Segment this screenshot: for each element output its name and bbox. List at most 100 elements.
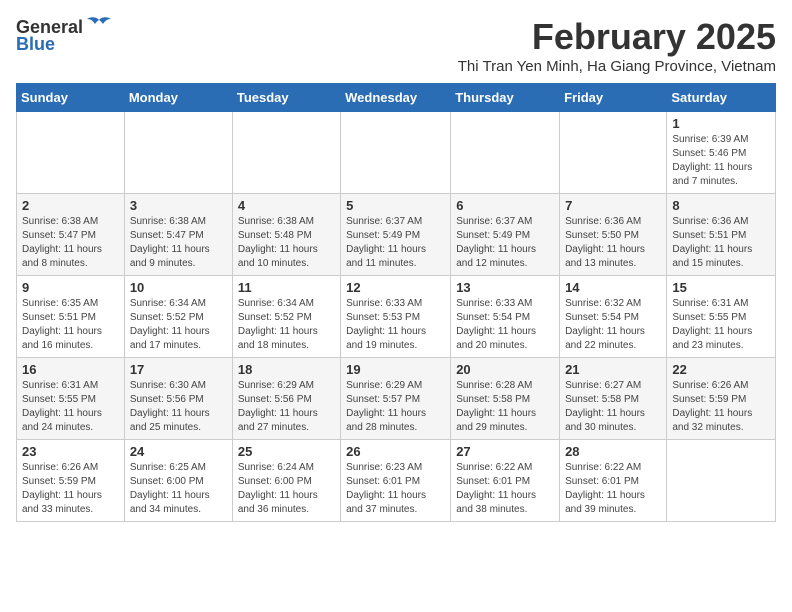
day-number: 27 bbox=[456, 444, 554, 459]
calendar-cell: 9 Sunrise: 6:35 AM Sunset: 5:51 PM Daylig… bbox=[17, 276, 125, 358]
day-number: 2 bbox=[22, 198, 119, 213]
calendar-cell: 18Sunrise: 6:29 AM Sunset: 5:56 PM Dayli… bbox=[232, 358, 340, 440]
day-info: Sunrise: 6:30 AM Sunset: 5:56 PM Dayligh… bbox=[130, 379, 227, 435]
day-number: 3 bbox=[130, 198, 227, 213]
day-number: 19 bbox=[346, 362, 445, 377]
calendar-cell: 20 Sunrise: 6:28 AM Sunset: 5:58 PM Dayli… bbox=[451, 358, 560, 440]
calendar-cell: 10 Sunrise: 6:34 AM Sunset: 5:52 PM Dayli… bbox=[124, 276, 232, 358]
day-info: Sunrise: 6:22 AM Sunset: 6:01 PM Dayligh… bbox=[565, 461, 661, 517]
day-info: Sunrise: 6:35 AM Sunset: 5:51 PM Dayligh… bbox=[22, 297, 119, 353]
calendar-cell bbox=[560, 112, 667, 194]
day-info: Sunrise: 6:23 AM Sunset: 6:01 PM Dayligh… bbox=[346, 461, 445, 517]
day-info: Sunrise: 6:37 AM Sunset: 5:49 PM Dayligh… bbox=[456, 215, 554, 271]
logo: General Blue bbox=[16, 16, 113, 55]
calendar-cell: 28 Sunrise: 6:22 AM Sunset: 6:01 PM Dayli… bbox=[560, 440, 667, 522]
day-info: Sunrise: 6:36 AM Sunset: 5:51 PM Dayligh… bbox=[672, 215, 770, 271]
day-info: Sunrise: 6:25 AM Sunset: 6:00 PM Dayligh… bbox=[130, 461, 227, 517]
day-number: 11 bbox=[238, 280, 335, 295]
day-number: 26 bbox=[346, 444, 445, 459]
weekday-header-wednesday: Wednesday bbox=[341, 84, 451, 112]
calendar-cell: 13 Sunrise: 6:33 AM Sunset: 5:54 PM Dayli… bbox=[451, 276, 560, 358]
calendar-cell: 23Sunrise: 6:26 AM Sunset: 5:59 PM Dayli… bbox=[17, 440, 125, 522]
day-number: 20 bbox=[456, 362, 554, 377]
day-info: Sunrise: 6:29 AM Sunset: 5:57 PM Dayligh… bbox=[346, 379, 445, 435]
day-info: Sunrise: 6:39 AM Sunset: 5:46 PM Dayligh… bbox=[672, 133, 770, 189]
day-number: 10 bbox=[130, 280, 227, 295]
calendar-week-row: 23Sunrise: 6:26 AM Sunset: 5:59 PM Dayli… bbox=[17, 440, 776, 522]
calendar-cell: 4Sunrise: 6:38 AM Sunset: 5:48 PM Daylig… bbox=[232, 194, 340, 276]
calendar-week-row: 1 Sunrise: 6:39 AM Sunset: 5:46 PM Daylig… bbox=[17, 112, 776, 194]
day-info: Sunrise: 6:31 AM Sunset: 5:55 PM Dayligh… bbox=[672, 297, 770, 353]
calendar-cell: 27 Sunrise: 6:22 AM Sunset: 6:01 PM Dayli… bbox=[451, 440, 560, 522]
calendar-cell: 1 Sunrise: 6:39 AM Sunset: 5:46 PM Daylig… bbox=[667, 112, 776, 194]
day-info: Sunrise: 6:24 AM Sunset: 6:00 PM Dayligh… bbox=[238, 461, 335, 517]
day-number: 5 bbox=[346, 198, 445, 213]
day-info: Sunrise: 6:28 AM Sunset: 5:58 PM Dayligh… bbox=[456, 379, 554, 435]
calendar-cell: 25Sunrise: 6:24 AM Sunset: 6:00 PM Dayli… bbox=[232, 440, 340, 522]
day-number: 22 bbox=[672, 362, 770, 377]
calendar-cell: 24 Sunrise: 6:25 AM Sunset: 6:00 PM Dayli… bbox=[124, 440, 232, 522]
month-title: February 2025 bbox=[458, 16, 776, 58]
day-number: 15 bbox=[672, 280, 770, 295]
calendar-cell: 16 Sunrise: 6:31 AM Sunset: 5:55 PM Dayli… bbox=[17, 358, 125, 440]
calendar-cell: 26 Sunrise: 6:23 AM Sunset: 6:01 PM Dayli… bbox=[341, 440, 451, 522]
day-info: Sunrise: 6:33 AM Sunset: 5:53 PM Dayligh… bbox=[346, 297, 445, 353]
day-info: Sunrise: 6:22 AM Sunset: 6:01 PM Dayligh… bbox=[456, 461, 554, 517]
weekday-header-monday: Monday bbox=[124, 84, 232, 112]
day-info: Sunrise: 6:27 AM Sunset: 5:58 PM Dayligh… bbox=[565, 379, 661, 435]
calendar-header-row: SundayMondayTuesdayWednesdayThursdayFrid… bbox=[17, 84, 776, 112]
day-number: 16 bbox=[22, 362, 119, 377]
day-number: 24 bbox=[130, 444, 227, 459]
calendar-cell bbox=[232, 112, 340, 194]
day-info: Sunrise: 6:32 AM Sunset: 5:54 PM Dayligh… bbox=[565, 297, 661, 353]
day-info: Sunrise: 6:36 AM Sunset: 5:50 PM Dayligh… bbox=[565, 215, 661, 271]
calendar-cell: 2Sunrise: 6:38 AM Sunset: 5:47 PM Daylig… bbox=[17, 194, 125, 276]
weekday-header-saturday: Saturday bbox=[667, 84, 776, 112]
day-info: Sunrise: 6:34 AM Sunset: 5:52 PM Dayligh… bbox=[130, 297, 227, 353]
calendar-cell: 6Sunrise: 6:37 AM Sunset: 5:49 PM Daylig… bbox=[451, 194, 560, 276]
day-number: 18 bbox=[238, 362, 335, 377]
day-number: 13 bbox=[456, 280, 554, 295]
page-header: General Blue February 2025 Thi Tran Yen … bbox=[16, 16, 776, 75]
day-info: Sunrise: 6:33 AM Sunset: 5:54 PM Dayligh… bbox=[456, 297, 554, 353]
day-info: Sunrise: 6:38 AM Sunset: 5:47 PM Dayligh… bbox=[130, 215, 227, 271]
day-number: 28 bbox=[565, 444, 661, 459]
day-number: 9 bbox=[22, 280, 119, 295]
calendar-cell: 19 Sunrise: 6:29 AM Sunset: 5:57 PM Dayli… bbox=[341, 358, 451, 440]
weekday-header-friday: Friday bbox=[560, 84, 667, 112]
calendar-cell: 12Sunrise: 6:33 AM Sunset: 5:53 PM Dayli… bbox=[341, 276, 451, 358]
weekday-header-thursday: Thursday bbox=[451, 84, 560, 112]
calendar-cell bbox=[667, 440, 776, 522]
calendar-cell: 14 Sunrise: 6:32 AM Sunset: 5:54 PM Dayli… bbox=[560, 276, 667, 358]
weekday-header-tuesday: Tuesday bbox=[232, 84, 340, 112]
calendar-cell bbox=[341, 112, 451, 194]
calendar-cell: 22Sunrise: 6:26 AM Sunset: 5:59 PM Dayli… bbox=[667, 358, 776, 440]
calendar-cell: 21 Sunrise: 6:27 AM Sunset: 5:58 PM Dayli… bbox=[560, 358, 667, 440]
calendar-cell: 17 Sunrise: 6:30 AM Sunset: 5:56 PM Dayli… bbox=[124, 358, 232, 440]
day-number: 4 bbox=[238, 198, 335, 213]
logo-blue: Blue bbox=[16, 34, 55, 55]
location-title: Thi Tran Yen Minh, Ha Giang Province, Vi… bbox=[458, 58, 776, 75]
logo-bird-icon bbox=[85, 16, 113, 38]
calendar-cell: 15 Sunrise: 6:31 AM Sunset: 5:55 PM Dayli… bbox=[667, 276, 776, 358]
calendar-week-row: 16 Sunrise: 6:31 AM Sunset: 5:55 PM Dayli… bbox=[17, 358, 776, 440]
calendar-cell: 5Sunrise: 6:37 AM Sunset: 5:49 PM Daylig… bbox=[341, 194, 451, 276]
day-number: 7 bbox=[565, 198, 661, 213]
calendar-week-row: 2 Sunrise: 6:38 AM Sunset: 5:47 PM Daylig… bbox=[17, 194, 776, 276]
calendar-cell: 3 Sunrise: 6:38 AM Sunset: 5:47 PM Daylig… bbox=[124, 194, 232, 276]
calendar-cell bbox=[451, 112, 560, 194]
calendar-week-row: 9 Sunrise: 6:35 AM Sunset: 5:51 PM Daylig… bbox=[17, 276, 776, 358]
day-info: Sunrise: 6:34 AM Sunset: 5:52 PM Dayligh… bbox=[238, 297, 335, 353]
day-number: 17 bbox=[130, 362, 227, 377]
day-info: Sunrise: 6:31 AM Sunset: 5:55 PM Dayligh… bbox=[22, 379, 119, 435]
day-number: 14 bbox=[565, 280, 661, 295]
calendar-cell: 8 Sunrise: 6:36 AM Sunset: 5:51 PM Daylig… bbox=[667, 194, 776, 276]
day-number: 1 bbox=[672, 116, 770, 131]
calendar-cell: 11 Sunrise: 6:34 AM Sunset: 5:52 PM Dayli… bbox=[232, 276, 340, 358]
day-number: 21 bbox=[565, 362, 661, 377]
weekday-header-sunday: Sunday bbox=[17, 84, 125, 112]
calendar-cell bbox=[124, 112, 232, 194]
calendar-table: SundayMondayTuesdayWednesdayThursdayFrid… bbox=[16, 83, 776, 522]
title-area: February 2025 Thi Tran Yen Minh, Ha Gian… bbox=[458, 16, 776, 75]
day-number: 8 bbox=[672, 198, 770, 213]
